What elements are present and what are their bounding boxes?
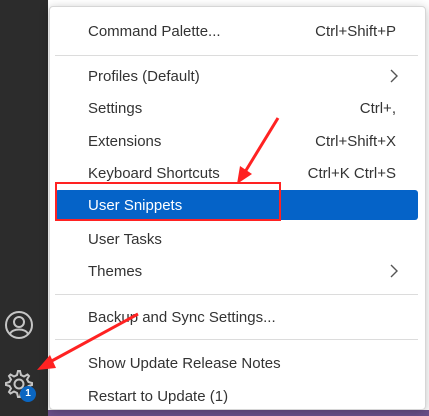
menu-item-keyboard-shortcuts[interactable]: Keyboard Shortcuts Ctrl+K Ctrl+S — [55, 158, 418, 188]
update-count-badge: 1 — [20, 386, 36, 402]
menu-item-extensions[interactable]: Extensions Ctrl+Shift+X — [55, 126, 418, 156]
menu-separator — [55, 55, 418, 56]
menu-item-shortcut: Ctrl+Shift+P — [315, 22, 396, 40]
menu-item-backup-sync[interactable]: Backup and Sync Settings... — [55, 302, 418, 332]
menu-item-label: User Snippets — [88, 196, 183, 214]
menu-item-shortcut: Ctrl+, — [359, 99, 396, 117]
account-icon — [5, 311, 33, 339]
chevron-right-icon — [390, 69, 398, 83]
menu-item-label: Command Palette... — [88, 22, 221, 40]
manage-context-menu: Command Palette... Ctrl+Shift+P Profiles… — [49, 6, 426, 410]
menu-separator — [55, 339, 418, 340]
menu-item-label: Themes — [88, 262, 143, 280]
activity-bar — [0, 0, 48, 416]
menu-item-release-notes[interactable]: Show Update Release Notes — [55, 348, 418, 378]
menu-item-restart-to-update[interactable]: Restart to Update (1) — [55, 381, 418, 411]
menu-item-label: Keyboard Shortcuts — [88, 164, 220, 182]
menu-item-label: Restart to Update (1) — [88, 387, 229, 405]
menu-item-shortcut: Ctrl+K Ctrl+S — [307, 164, 396, 182]
accounts-button[interactable] — [2, 308, 36, 342]
menu-item-command-palette[interactable]: Command Palette... Ctrl+Shift+P — [55, 16, 418, 46]
menu-item-label: Show Update Release Notes — [88, 354, 281, 372]
menu-item-user-tasks[interactable]: User Tasks — [55, 224, 418, 254]
menu-item-label: Extensions — [88, 132, 162, 150]
menu-item-user-snippets[interactable]: User Snippets — [55, 190, 418, 220]
menu-item-label: Profiles (Default) — [88, 67, 200, 85]
chevron-right-icon — [390, 264, 398, 278]
menu-item-label: Backup and Sync Settings... — [88, 308, 276, 326]
menu-item-label: User Tasks — [88, 230, 162, 248]
menu-item-themes[interactable]: Themes — [55, 256, 418, 286]
menu-item-profiles[interactable]: Profiles (Default) — [55, 61, 418, 91]
menu-item-shortcut: Ctrl+Shift+X — [315, 132, 396, 150]
menu-item-settings[interactable]: Settings Ctrl+, — [55, 93, 418, 123]
menu-item-label: Settings — [88, 99, 143, 117]
menu-separator — [55, 294, 418, 295]
